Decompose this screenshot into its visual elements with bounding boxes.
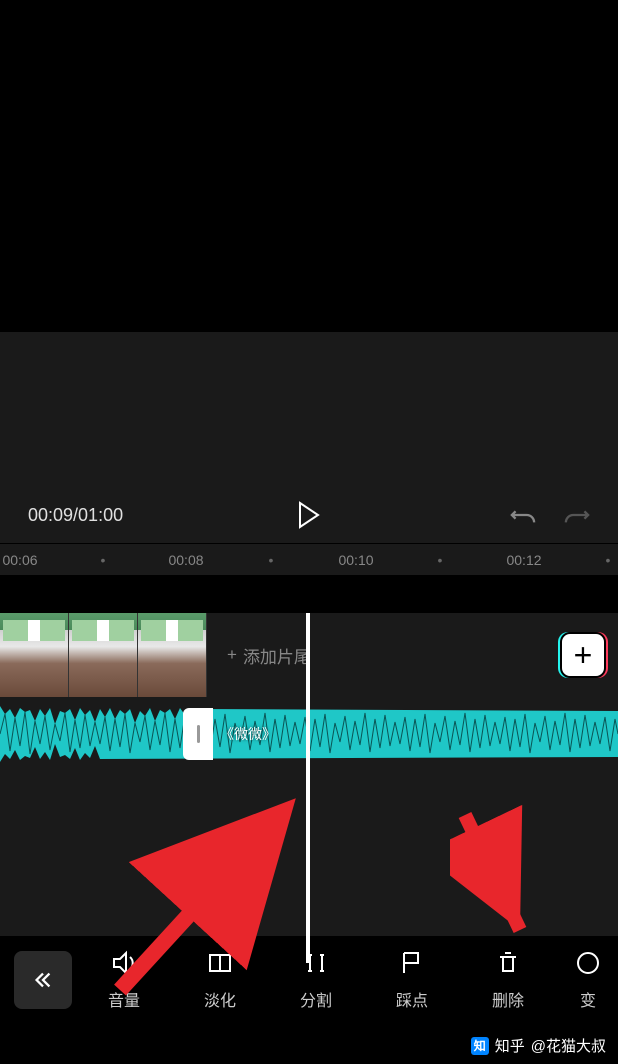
watermark-author: @花猫大叔 xyxy=(531,1035,606,1056)
timeline-ruler[interactable]: 00:06 • 00:08 • 00:10 • 00:12 • xyxy=(0,543,618,575)
fade-button[interactable]: 淡化 xyxy=(184,949,256,1011)
trash-icon xyxy=(494,949,522,977)
change-button[interactable]: 变 xyxy=(568,949,608,1011)
video-preview[interactable] xyxy=(0,0,618,332)
ruler-time: 00:10 xyxy=(338,552,373,568)
tool-label: 删除 xyxy=(492,987,524,1011)
watermark-platform: 知乎 xyxy=(495,1035,525,1056)
preview-letterbox xyxy=(0,332,618,487)
playback-controls: 00:09/01:00 xyxy=(0,487,618,543)
add-ending-button[interactable]: + 添加片尾 xyxy=(227,643,311,668)
volume-icon xyxy=(110,949,138,977)
plus-icon: + xyxy=(574,639,593,671)
zhihu-icon: 知 xyxy=(471,1037,489,1055)
volume-button[interactable]: 音量 xyxy=(88,949,160,1011)
ruler-time: 00:08 xyxy=(168,552,203,568)
clip-thumbnail xyxy=(0,613,69,697)
timecode-display: 00:09/01:00 xyxy=(28,505,123,526)
delete-button[interactable]: 删除 xyxy=(472,949,544,1011)
ruler-time: 00:12 xyxy=(506,552,541,568)
play-icon xyxy=(297,501,321,529)
ruler-time: 00:06 xyxy=(2,552,37,568)
ruler-dot: • xyxy=(269,552,274,568)
tool-label: 分割 xyxy=(300,987,332,1011)
audio-clip-name: 《微微》 xyxy=(220,724,276,744)
ruler-dot: • xyxy=(438,552,443,568)
change-icon xyxy=(574,949,602,977)
redo-icon[interactable] xyxy=(564,502,590,528)
playhead[interactable] xyxy=(306,613,310,963)
undo-icon[interactable] xyxy=(510,502,536,528)
watermark: 知 知乎 @花猫大叔 xyxy=(471,1035,606,1056)
clip-thumbnail xyxy=(138,613,207,697)
play-button[interactable] xyxy=(297,501,321,529)
chevron-double-left-icon xyxy=(32,969,54,991)
video-clip[interactable] xyxy=(0,613,207,697)
tool-label: 踩点 xyxy=(396,987,428,1011)
back-button[interactable] xyxy=(14,951,72,1009)
add-clip-button[interactable]: + xyxy=(560,632,606,678)
clip-thumbnail xyxy=(69,613,138,697)
fade-icon xyxy=(206,949,234,977)
tool-label: 淡化 xyxy=(204,987,236,1011)
ruler-dot: • xyxy=(606,552,611,568)
beat-button[interactable]: 踩点 xyxy=(376,949,448,1011)
timeline-area[interactable]: + 添加片尾 + 《微微》 xyxy=(0,613,618,973)
flag-icon xyxy=(398,949,426,977)
tool-label: 音量 xyxy=(108,987,140,1011)
add-ending-label: 添加片尾 xyxy=(243,643,311,668)
plus-icon: + xyxy=(227,645,237,665)
tool-label: 变 xyxy=(580,987,596,1011)
audio-clip-handle[interactable] xyxy=(183,708,213,760)
ruler-dot: • xyxy=(101,552,106,568)
split-button[interactable]: 分割 xyxy=(280,949,352,1011)
